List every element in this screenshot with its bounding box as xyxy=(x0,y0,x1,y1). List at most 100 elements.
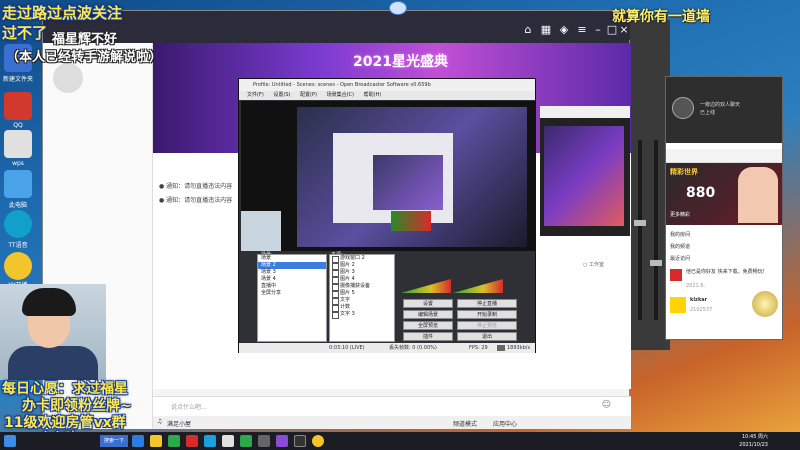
yy-icon xyxy=(4,252,32,280)
overlay-line2: 过不了 xyxy=(2,24,48,42)
rp-tabs[interactable] xyxy=(666,149,782,163)
app-icon[interactable] xyxy=(186,435,198,447)
scene-item[interactable]: 场景 xyxy=(258,255,326,262)
clock-date: 2021/10/23 xyxy=(739,442,768,448)
user-id: 2102537 xyxy=(690,307,713,313)
menu-profile[interactable]: 配置(P) xyxy=(300,92,317,98)
edge-icon[interactable] xyxy=(132,435,144,447)
right-chat-app: 一旁边的双人聊天 已上线 精彩世界 880 更多精彩 我的房间 我的频道 最近访… xyxy=(665,76,783,340)
mixer-fader-track[interactable] xyxy=(638,140,642,320)
preview-webcam xyxy=(241,211,281,251)
volume-meter-mic[interactable] xyxy=(401,279,451,293)
edit-scene-button[interactable]: 编辑场景 xyxy=(403,310,453,319)
bottom-toolbar: ♫ 满足小屋 频道模式 应用中心 xyxy=(153,416,631,429)
mixer-fader-knob[interactable] xyxy=(650,260,662,266)
obs-taskbar-icon[interactable] xyxy=(294,435,306,447)
banner-title: 2021星光盛典 xyxy=(353,54,448,70)
rp-list-item[interactable]: 我的房间 xyxy=(670,231,690,238)
rp-status-text: 一旁边的双人聊天 xyxy=(700,102,741,108)
notice-text: ● 通知：请勿直播违法内容 xyxy=(159,197,233,204)
source-item[interactable]: 游戏窗口 2 xyxy=(330,255,394,263)
gamepad-icon[interactable]: ◈ xyxy=(556,22,572,38)
user-name[interactable]: klzkar xyxy=(690,297,707,303)
stop-stream-button[interactable]: 停止直播 xyxy=(457,299,517,308)
scene-item[interactable]: 场景 4 xyxy=(258,276,326,283)
source-item[interactable]: 图片 4 xyxy=(330,276,394,284)
source-item[interactable]: 文字 3 xyxy=(330,311,394,319)
dropped-frames: 丢失帧数: 0 (0.00%) xyxy=(389,345,437,351)
avatar[interactable] xyxy=(672,97,694,119)
plugins-button[interactable]: 插件 xyxy=(403,332,453,341)
app-icon[interactable] xyxy=(222,435,234,447)
promo-sub: 更多精彩 xyxy=(670,212,691,218)
stop-preview-button[interactable]: 停止预览 xyxy=(457,321,517,330)
scene-item[interactable]: 全屏分享 xyxy=(258,290,326,297)
grid-icon[interactable]: ▦ xyxy=(538,22,554,38)
overlay-top-right: 就算你有一道墙 xyxy=(612,9,710,25)
promo-portrait xyxy=(738,167,778,223)
news-title[interactable]: 他已是你好友 快来下载，免费畅玩! xyxy=(686,269,780,275)
chat-input[interactable]: 说点什么吧... xyxy=(171,402,207,411)
source-item[interactable]: 图片 3 xyxy=(330,269,394,277)
app-center-label[interactable]: 应用中心 xyxy=(493,419,517,428)
exit-button[interactable]: 退出 xyxy=(457,332,517,341)
emoji-icon[interactable]: ☺ xyxy=(602,400,611,410)
qq-icon xyxy=(4,92,32,120)
taskbar-search[interactable]: 搜索一下 xyxy=(100,435,128,447)
menu-scene-collection[interactable]: 场景集合(C) xyxy=(327,92,354,98)
sources-list[interactable]: 游戏窗口 2 图片 2 图片 3 图片 4 摄像捕获设备 图片 5 文字 计数 … xyxy=(329,254,395,342)
source-item[interactable]: 图片 5 xyxy=(330,290,394,298)
promo-number: 880 xyxy=(686,185,716,201)
clock[interactable]: 10:45 周六 2021/10/23 xyxy=(739,433,768,449)
audio-mixer-window xyxy=(630,20,670,350)
rp-online-text: 已上线 xyxy=(700,110,716,116)
source-item[interactable]: 摄像捕获设备 xyxy=(330,283,394,291)
radio-option[interactable]: ○ 工作室 xyxy=(583,261,604,268)
obs-preview[interactable] xyxy=(241,101,535,251)
avatar[interactable] xyxy=(53,63,83,93)
scene-item[interactable]: 直播中 xyxy=(258,283,326,290)
source-item[interactable]: 图片 2 xyxy=(330,262,394,270)
obs-titlebar: Profile: Untitled - Scenes: scenes - Ope… xyxy=(239,79,535,91)
fps-readout: FPS: 29 xyxy=(469,345,488,351)
app-icon[interactable] xyxy=(276,435,288,447)
stream-time: 0:03:10 (LIVE) xyxy=(329,345,365,351)
scene-item[interactable]: 场景 2 xyxy=(258,262,326,269)
source-item[interactable]: 计数 xyxy=(330,304,394,312)
fullscreen-preview-button[interactable]: 全屏预览 xyxy=(403,321,453,330)
volume-meter-desktop[interactable] xyxy=(453,279,503,293)
rp-list-item[interactable]: 最近访问 xyxy=(670,255,690,262)
qq-taskbar-icon[interactable] xyxy=(204,435,216,447)
webcam-feed xyxy=(0,284,106,380)
badge-icon xyxy=(752,291,778,317)
mode-label[interactable]: 频道模式 xyxy=(453,419,477,428)
scenes-list[interactable]: 场景 场景 2 场景 3 场景 4 直播中 全屏分享 xyxy=(257,254,327,342)
source-item[interactable]: 文字 xyxy=(330,297,394,305)
windows-start-icon[interactable] xyxy=(4,435,16,447)
rp-promo[interactable]: 精彩世界 880 更多精彩 xyxy=(666,163,782,225)
settings-button[interactable]: 设置 xyxy=(403,299,453,308)
taskbar: 搜索一下 10:45 周六 2021/10/23 xyxy=(0,432,800,450)
chat-input-bar[interactable]: 说点什么吧... ☺ xyxy=(153,396,631,416)
rp-list-item[interactable]: 我的频道 xyxy=(670,243,690,250)
overlay-line1: 走过路过点波关注 xyxy=(2,4,123,22)
app-icon[interactable] xyxy=(258,435,270,447)
scene-item[interactable]: 场景 3 xyxy=(258,269,326,276)
explorer-icon[interactable] xyxy=(150,435,162,447)
mascot-icon xyxy=(389,1,413,17)
music-icon[interactable]: ♫ xyxy=(157,418,162,425)
yy-taskbar-icon[interactable] xyxy=(312,435,324,447)
obs-window: Profile: Untitled - Scenes: scenes - Ope… xyxy=(238,78,536,353)
app-icon[interactable] xyxy=(168,435,180,447)
start-record-button[interactable]: 开始录制 xyxy=(457,310,517,319)
mixer-fader-knob[interactable] xyxy=(634,220,646,226)
computer-icon xyxy=(4,170,32,198)
menu-file[interactable]: 文件(F) xyxy=(247,92,264,98)
home-icon[interactable]: ⌂ xyxy=(520,22,536,38)
mixer-fader-track[interactable] xyxy=(654,140,658,320)
app-icon[interactable] xyxy=(240,435,252,447)
menu-icon[interactable]: ≡ xyxy=(574,22,590,38)
menu-settings[interactable]: 设置(S) xyxy=(273,92,290,98)
bottom-left-label[interactable]: 满足小屋 xyxy=(167,419,191,428)
menu-help[interactable]: 帮助(H) xyxy=(364,92,382,98)
